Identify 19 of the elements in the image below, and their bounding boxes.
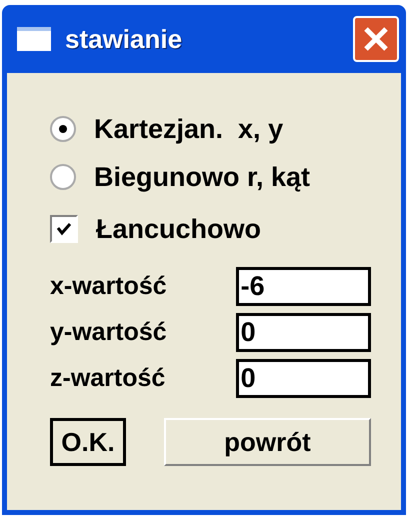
ok-button[interactable]: O.K. [50, 418, 126, 466]
checkmark-icon [56, 222, 72, 236]
field-label: x-wartość [50, 270, 168, 302]
checkbox-label: Łancuchowo [96, 212, 262, 246]
field-label: y-wartość [50, 316, 168, 348]
radio-button[interactable] [50, 116, 76, 142]
window-icon [17, 27, 51, 51]
back-button[interactable]: powrót [164, 418, 371, 466]
close-button[interactable] [353, 16, 399, 62]
input-field[interactable]: 0 [236, 359, 371, 398]
window-title: stawianie [65, 22, 182, 56]
input-field[interactable]: -6 [236, 267, 371, 306]
checkbox[interactable] [50, 215, 78, 243]
radio-label: Biegunowo r, kąt [94, 160, 310, 194]
close-icon [363, 26, 389, 52]
field-label: z-wartość [50, 362, 166, 394]
input-field[interactable]: 0 [236, 313, 371, 352]
radio-label: Kartezjan. x, y [94, 112, 284, 146]
radio-button[interactable] [50, 164, 76, 190]
